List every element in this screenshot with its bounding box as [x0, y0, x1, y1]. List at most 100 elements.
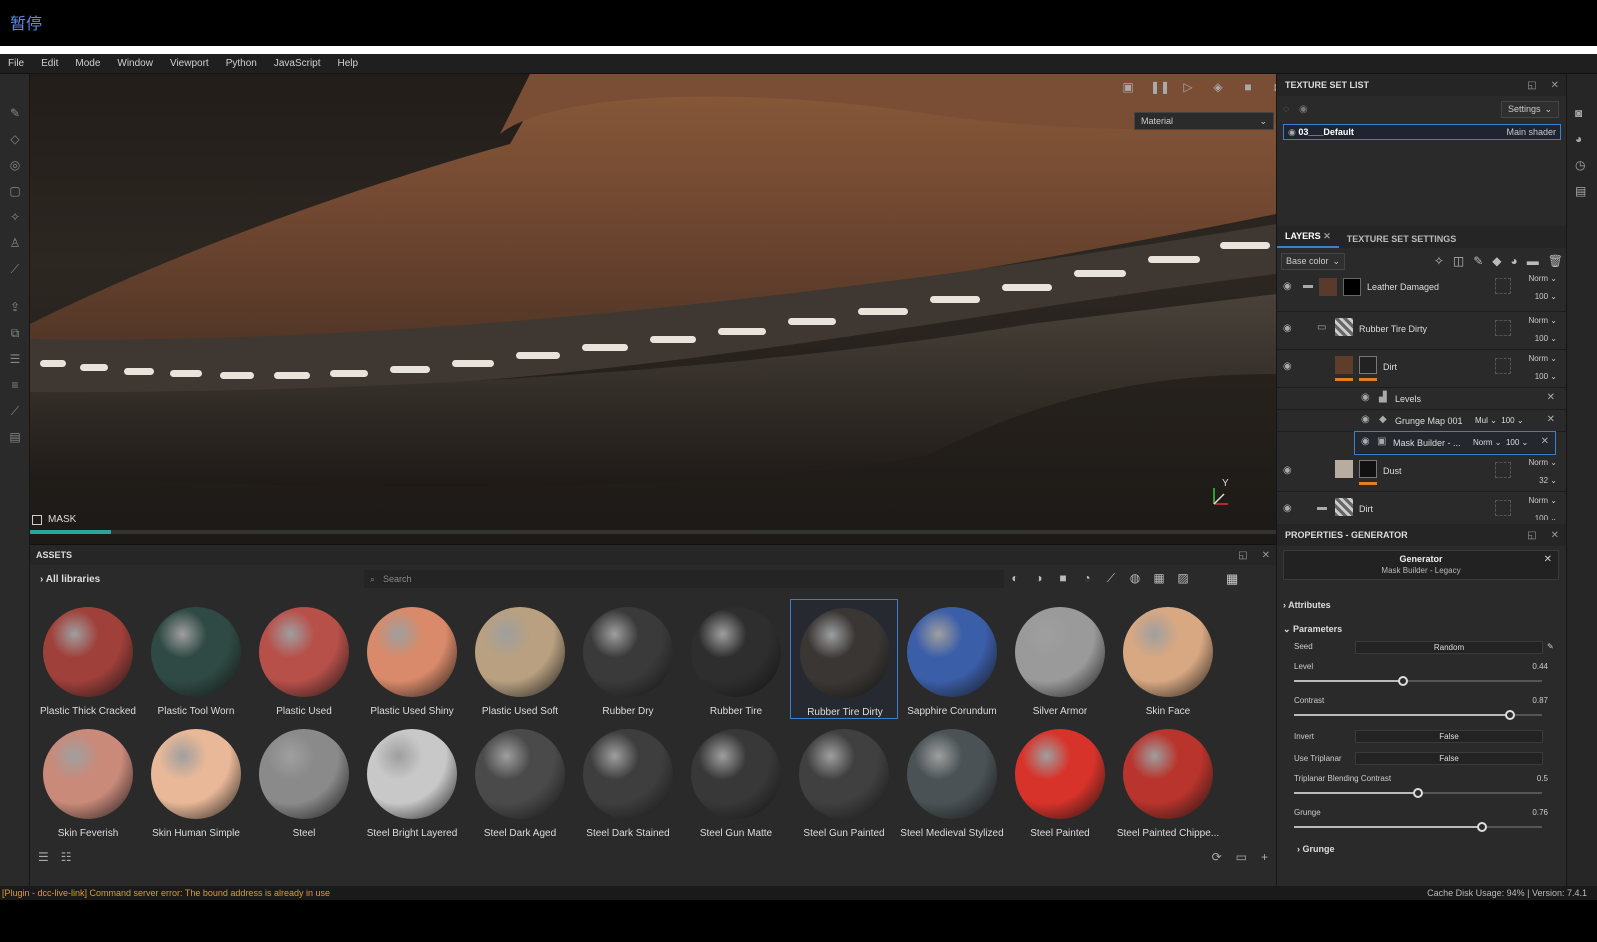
projection-icon[interactable]: ◎	[8, 158, 22, 172]
blend-mode[interactable]: Norm	[1529, 354, 1549, 363]
eye-icon[interactable]: ◉	[1361, 436, 1370, 447]
section-grunge[interactable]: › Grunge	[1297, 844, 1335, 854]
blend-mode[interactable]: Norm	[1473, 438, 1493, 447]
slider-knob[interactable]	[1413, 788, 1423, 798]
blend-mode[interactable]: Norm	[1529, 458, 1549, 467]
folder-icon[interactable]: ▭	[1236, 850, 1247, 864]
smudge-icon[interactable]: ✧	[8, 210, 22, 224]
asset-tile[interactable]: Skin Human Simple	[142, 721, 250, 841]
effect-opacity[interactable]: 100	[1506, 438, 1519, 447]
grid-view-icon[interactable]: ▦	[1226, 571, 1238, 587]
close-icon[interactable]: ✕	[1262, 550, 1270, 561]
grunge-value[interactable]: 0.76	[1532, 808, 1548, 817]
add-icon[interactable]: +	[1261, 850, 1268, 864]
close-icon[interactable]: ✕	[1541, 436, 1549, 447]
slider-knob[interactable]	[1398, 676, 1409, 686]
eye-icon[interactable]: ◉	[1283, 465, 1292, 476]
refresh-icon[interactable]: ⟳	[1212, 850, 1222, 864]
delete-icon[interactable]: 🗑	[1548, 254, 1563, 268]
close-icon[interactable]: ✕	[1547, 414, 1555, 425]
brush-filter-icon[interactable]: ⟋	[1104, 571, 1118, 585]
export-icon[interactable]: ⇪	[8, 300, 22, 314]
asset-tile[interactable]: Rubber Tire	[682, 599, 790, 719]
eye-icon[interactable]: ◉	[1361, 392, 1370, 403]
eye-icon[interactable]: ◉	[1283, 503, 1292, 514]
level-value[interactable]: 0.44	[1532, 662, 1548, 671]
section-attributes[interactable]: › Attributes	[1283, 600, 1331, 610]
layer-opacity[interactable]: 100	[1535, 514, 1548, 520]
image-filter-icon[interactable]: ▨	[1176, 571, 1190, 585]
asset-tile[interactable]: Rubber Dry	[574, 599, 682, 719]
level-slider[interactable]	[1294, 676, 1542, 686]
blend-mode[interactable]: Norm	[1529, 316, 1549, 325]
contrast-slider[interactable]	[1294, 710, 1542, 720]
add-mask-icon[interactable]: ◫	[1453, 254, 1464, 268]
close-icon[interactable]: ✕	[1547, 392, 1555, 403]
asset-tile[interactable]: Skin Face	[1114, 599, 1222, 719]
settings-dropdown[interactable]: Settings ⌄	[1501, 100, 1559, 118]
effect-row[interactable]: ◉ ▟ Levels ✕	[1277, 388, 1567, 410]
layer-row[interactable]: ◉ Dirt Norm ⌄ 100 ⌄	[1277, 350, 1567, 388]
fill-layer-icon[interactable]: ◆	[1492, 254, 1501, 268]
texture-set-row[interactable]: ◉ 03___Default Main shader	[1283, 124, 1561, 140]
invert-field[interactable]: False	[1355, 730, 1543, 743]
display-settings-icon[interactable]: ◙	[1575, 106, 1582, 120]
3d-viewport[interactable]: ▣ ❚❚ ▷ ◈ ■ ◙ Material ⌄ Y MASK	[30, 74, 1276, 544]
pause-icon[interactable]: ❚❚	[1150, 80, 1170, 94]
edit-icon[interactable]: ✎	[1547, 642, 1554, 651]
menu-file[interactable]: File	[8, 58, 24, 69]
asset-tile[interactable]: Steel Medieval Stylized	[898, 721, 1006, 841]
close-icon[interactable]: ✕	[1551, 530, 1559, 541]
asset-tile[interactable]: Plastic Tool Worn	[142, 599, 250, 719]
effect-row-selected[interactable]: ◉ ▣ Mask Builder - ... Norm ⌄ 100 ⌄ ✕	[1354, 431, 1556, 455]
eye-icon[interactable]: ◉	[1361, 414, 1370, 425]
asset-tile[interactable]: Plastic Used Shiny	[358, 599, 466, 719]
triplanar-field[interactable]: False	[1355, 752, 1543, 765]
history-icon[interactable]: ◷	[1575, 158, 1585, 172]
layer-opacity[interactable]: 100	[1535, 372, 1548, 381]
texture-filter-icon[interactable]: ◍	[1128, 571, 1142, 585]
add-folder-icon[interactable]: ▬	[1527, 254, 1539, 268]
asset-tile[interactable]: Silver Armor	[1006, 599, 1114, 719]
effect-row[interactable]: ◉ ◆ Grunge Map 001 Mul ⌄ 100 ⌄ ✕	[1277, 410, 1567, 432]
layer-opacity[interactable]: 100	[1535, 334, 1548, 343]
tree-view-icon[interactable]: ☷	[61, 850, 72, 864]
menu-viewport[interactable]: Viewport	[170, 58, 209, 69]
asset-tile[interactable]: Steel Dark Stained	[574, 721, 682, 841]
blend-mode[interactable]: Norm	[1529, 496, 1549, 505]
layer-opacity[interactable]: 100	[1535, 292, 1548, 301]
undock-icon[interactable]: ◱	[1527, 80, 1536, 91]
library-selector[interactable]: › All libraries	[40, 574, 360, 585]
list-view-icon[interactable]: ☰	[38, 850, 49, 864]
slider-knob[interactable]	[1504, 710, 1515, 720]
layer-row[interactable]: ◉ Dust Norm ⌄ 32 ⌄	[1277, 454, 1567, 492]
camera-frame-icon[interactable]: ▷	[1180, 80, 1196, 94]
triplanar-contrast-slider[interactable]	[1294, 788, 1542, 798]
asset-tile[interactable]: Sapphire Corundum	[898, 599, 1006, 719]
close-icon[interactable]: ✕	[1551, 80, 1559, 91]
shelf-icon[interactable]: ☰	[8, 352, 22, 366]
screen-icon[interactable]: ▣	[1120, 80, 1136, 94]
undock-icon[interactable]: ◱	[1238, 550, 1247, 561]
menu-edit[interactable]: Edit	[41, 58, 58, 69]
asset-tile[interactable]: Skin Feverish	[34, 721, 142, 841]
asset-tile[interactable]: Steel Bright Layered	[358, 721, 466, 841]
material-filter-icon[interactable]: ◐	[1008, 571, 1022, 585]
eye-icon[interactable]: ◉	[1283, 361, 1292, 372]
paint-layer-icon[interactable]: ✎	[1473, 254, 1483, 268]
asset-tile[interactable]: Steel Dark Aged	[466, 721, 574, 841]
picker-icon[interactable]: ⟋	[8, 262, 22, 276]
menu-python[interactable]: Python	[226, 58, 257, 69]
asset-tile[interactable]: Plastic Thick Cracked	[34, 599, 142, 719]
smart-material-filter-icon[interactable]: ◑	[1032, 571, 1046, 585]
asset-tile[interactable]: Plastic Used Soft	[466, 599, 574, 719]
log-icon[interactable]: ▤	[1575, 184, 1586, 198]
clone-icon[interactable]: ♙	[8, 236, 22, 250]
layer-row[interactable]: ◉ ▭ Rubber Tire Dirty Norm ⌄ 100 ⌄	[1277, 312, 1567, 350]
generator-selector[interactable]: Generator Mask Builder - Legacy ✕	[1283, 550, 1559, 580]
close-icon[interactable]: ✕	[1544, 554, 1552, 565]
eye-icon[interactable]: ◉	[1283, 281, 1292, 292]
eye-icon[interactable]: ◉	[1288, 127, 1296, 137]
menu-help[interactable]: Help	[338, 58, 359, 69]
slider-knob[interactable]	[1477, 822, 1488, 832]
